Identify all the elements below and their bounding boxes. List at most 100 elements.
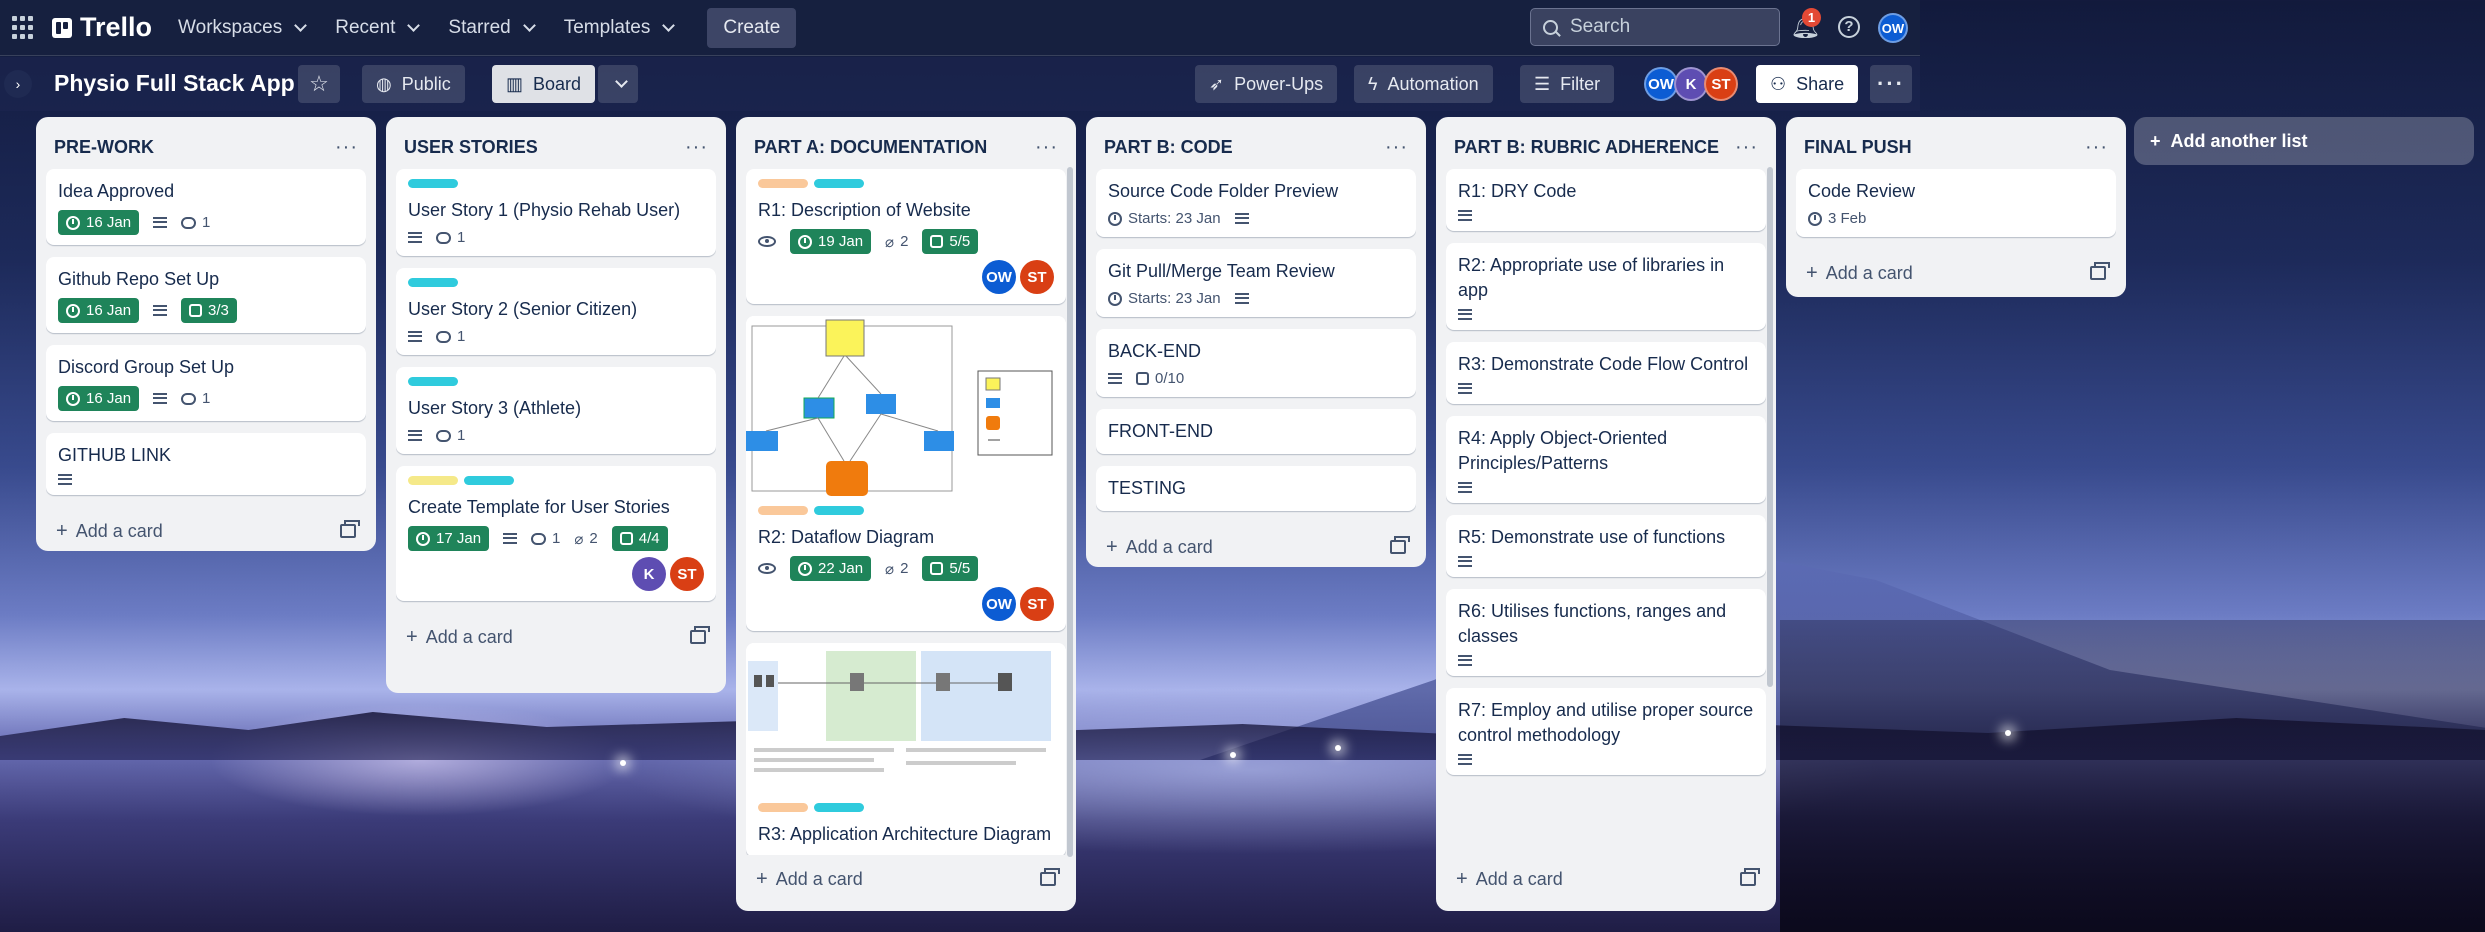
list-menu-icon[interactable]: ··· bbox=[1735, 136, 1758, 159]
card[interactable]: User Story 1 (Physio Rehab User) 1 bbox=[396, 169, 716, 256]
add-card-button[interactable]: + Add a card bbox=[46, 507, 366, 555]
nav-recent[interactable]: Recent bbox=[335, 17, 421, 39]
card-member-avatar[interactable]: ST bbox=[1020, 587, 1054, 621]
card-member-avatar[interactable]: OW bbox=[982, 260, 1016, 294]
trello-logo[interactable]: Trello bbox=[52, 12, 152, 43]
account-avatar[interactable]: OW bbox=[1878, 13, 1908, 43]
card[interactable]: Create Template for User Stories 17 Jan … bbox=[396, 466, 716, 601]
list-title[interactable]: USER STORIES bbox=[404, 137, 538, 158]
list-scrollbar[interactable] bbox=[1767, 167, 1773, 687]
card[interactable]: R2: Appropriate use of libraries in app bbox=[1446, 243, 1766, 330]
card-member-avatar[interactable]: OW bbox=[982, 587, 1016, 621]
nav-templates[interactable]: Templates bbox=[564, 17, 676, 39]
add-card-button[interactable]: + Add a card bbox=[1446, 855, 1766, 903]
add-card-button[interactable]: + Add a card bbox=[1096, 523, 1416, 571]
list-title[interactable]: PART B: CODE bbox=[1104, 137, 1233, 158]
add-list-button[interactable]: + Add another list bbox=[2134, 117, 2474, 165]
card-title: GITHUB LINK bbox=[58, 445, 172, 465]
list-scrollbar[interactable] bbox=[1067, 167, 1073, 857]
add-card-button[interactable]: + Add a card bbox=[746, 855, 1066, 903]
member-avatar[interactable]: OW bbox=[1644, 67, 1678, 101]
card-template-icon[interactable] bbox=[1740, 868, 1760, 886]
checklist-badge: 5/5 bbox=[922, 556, 979, 581]
nav-workspaces[interactable]: Workspaces bbox=[178, 17, 308, 39]
card[interactable]: Discord Group Set Up 16 Jan 1 bbox=[46, 345, 366, 421]
powerups-button[interactable]: ➶ Power-Ups bbox=[1195, 65, 1338, 103]
card[interactable]: R1: DRY Code bbox=[1446, 169, 1766, 231]
card-template-icon[interactable] bbox=[1040, 868, 1060, 886]
filter-button[interactable]: ☰ Filter bbox=[1520, 65, 1615, 103]
watching-eye-icon bbox=[758, 563, 776, 574]
list-title[interactable]: PRE-WORK bbox=[54, 137, 154, 158]
card[interactable]: Github Repo Set Up 16 Jan 3/3 bbox=[46, 257, 366, 333]
card[interactable]: R4: Apply Object-Oriented Principles/Pat… bbox=[1446, 416, 1766, 503]
views-dropdown-button[interactable] bbox=[598, 65, 638, 103]
card-template-icon[interactable] bbox=[340, 520, 360, 538]
add-card-label: Add a card bbox=[75, 520, 163, 541]
card[interactable]: Code Review 3 Feb bbox=[1796, 169, 2116, 237]
list-menu-icon[interactable]: ··· bbox=[685, 136, 708, 159]
card[interactable]: TESTING bbox=[1096, 466, 1416, 511]
comment-icon bbox=[436, 429, 451, 442]
card-member-avatar[interactable]: ST bbox=[670, 557, 704, 591]
card[interactable]: GITHUB LINK bbox=[46, 433, 366, 495]
board-view-button[interactable]: ▥ Board bbox=[492, 65, 596, 103]
list-menu-icon[interactable]: ··· bbox=[1385, 136, 1408, 159]
card[interactable]: User Story 3 (Athlete) 1 bbox=[396, 367, 716, 454]
app-name: Trello bbox=[80, 12, 153, 42]
list-title[interactable]: FINAL PUSH bbox=[1804, 137, 1912, 158]
member-avatar[interactable]: ST bbox=[1704, 67, 1738, 101]
card-template-icon[interactable] bbox=[690, 626, 710, 644]
card[interactable]: R3: Demonstrate Code Flow Control bbox=[1446, 342, 1766, 404]
card[interactable]: R5: Demonstrate use of functions bbox=[1446, 515, 1766, 577]
card-title: Github Repo Set Up bbox=[58, 269, 220, 289]
card[interactable]: R1: Description of Website 19 Jan ⌀ 2 5/5… bbox=[746, 169, 1066, 304]
list-menu-icon[interactable]: ··· bbox=[335, 136, 358, 159]
share-button[interactable]: ⚇ Share bbox=[1756, 65, 1859, 103]
list-title[interactable]: PART A: DOCUMENTATION bbox=[754, 137, 987, 158]
plus-icon: + bbox=[56, 519, 68, 542]
star-board-button[interactable]: ☆ bbox=[298, 65, 340, 103]
notification-badge: 1 bbox=[1802, 8, 1821, 27]
app-switcher-icon[interactable] bbox=[12, 15, 36, 40]
board-menu-button[interactable]: ··· bbox=[1870, 65, 1912, 103]
card[interactable]: R6: Utilises functions, ranges and class… bbox=[1446, 589, 1766, 676]
card-title: R5: Demonstrate use of functions bbox=[1458, 527, 1726, 547]
add-card-button[interactable]: + Add a card bbox=[396, 613, 716, 661]
nav-starred[interactable]: Starred bbox=[448, 17, 536, 39]
plus-icon: + bbox=[2150, 130, 2161, 151]
description-icon bbox=[503, 533, 518, 544]
visibility-button[interactable]: ◍ Public bbox=[362, 65, 465, 103]
add-card-label: Add a card bbox=[1825, 262, 1913, 283]
list-title[interactable]: PART B: RUBRIC ADHERENCE bbox=[1454, 137, 1719, 158]
card[interactable]: Idea Approved 16 Jan 1 bbox=[46, 169, 366, 245]
sidebar-expand-icon[interactable]: › bbox=[4, 70, 32, 98]
card[interactable]: R3: Application Architecture Diagram bbox=[746, 643, 1066, 855]
card-template-icon[interactable] bbox=[1390, 536, 1410, 554]
card-template-icon[interactable] bbox=[2090, 262, 2110, 280]
card-member-avatar[interactable]: K bbox=[632, 557, 666, 591]
card[interactable]: Source Code Folder Preview Starts: 23 Ja… bbox=[1096, 169, 1416, 237]
member-avatar[interactable]: K bbox=[1674, 67, 1708, 101]
card-member-avatar[interactable]: ST bbox=[1020, 260, 1054, 294]
help-icon[interactable]: ? bbox=[1838, 16, 1860, 38]
search-placeholder: Search bbox=[1570, 16, 1631, 37]
card[interactable]: R2: Dataflow Diagram 22 Jan ⌀ 2 5/5 OW ST bbox=[746, 316, 1066, 631]
add-card-button[interactable]: + Add a card bbox=[1796, 249, 2116, 297]
board-title[interactable]: Physio Full Stack App bbox=[54, 70, 295, 97]
search-input[interactable]: Search bbox=[1530, 8, 1780, 46]
card[interactable]: BACK-END 0/10 bbox=[1096, 329, 1416, 397]
automation-button[interactable]: ϟ Automation bbox=[1354, 65, 1493, 103]
card-title: R3: Application Architecture Diagram bbox=[758, 824, 1052, 844]
list-menu-icon[interactable]: ··· bbox=[2085, 136, 2108, 159]
card[interactable]: R7: Employ and utilise proper source con… bbox=[1446, 688, 1766, 775]
card[interactable]: FRONT-END bbox=[1096, 409, 1416, 454]
list-menu-icon[interactable]: ··· bbox=[1035, 136, 1058, 159]
attachment-count: 2 bbox=[900, 233, 909, 250]
card[interactable]: User Story 2 (Senior Citizen) 1 bbox=[396, 268, 716, 355]
card[interactable]: Git Pull/Merge Team Review Starts: 23 Ja… bbox=[1096, 249, 1416, 317]
clock-icon bbox=[66, 391, 80, 406]
create-button[interactable]: Create bbox=[707, 7, 797, 48]
clock-icon bbox=[1108, 211, 1122, 226]
description-icon bbox=[1108, 373, 1122, 384]
